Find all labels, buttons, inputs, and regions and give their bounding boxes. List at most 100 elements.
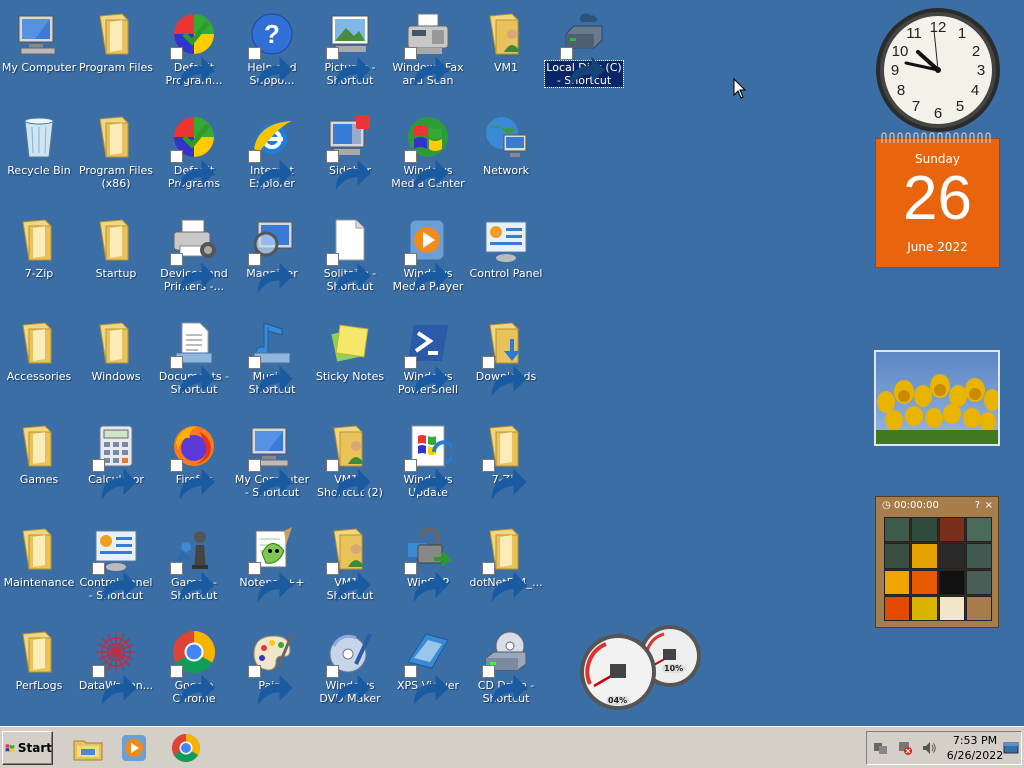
picture-puzzle-gadget[interactable]: ◷ 00:00:00 ? × — [875, 496, 999, 628]
desktop-icon[interactable]: Default Programs — [155, 107, 233, 207]
desktop-icon-label: Sticky Notes — [315, 370, 385, 383]
folder-icon — [482, 525, 530, 603]
chrome-icon — [170, 628, 218, 706]
explorer-icon[interactable] — [72, 732, 104, 764]
desktop-icon[interactable]: VM1 - Shortcut — [311, 519, 389, 619]
desktop-icon[interactable]: dotNetFx4_... — [467, 519, 545, 619]
desktop-icon[interactable]: Solitaire - Shortcut — [311, 210, 389, 310]
help-icon[interactable]: ? — [975, 497, 980, 515]
start-button[interactable]: Start — [2, 731, 53, 765]
calendar-gadget[interactable]: Sunday 26 June 2022 — [875, 132, 1000, 268]
desktop-icon[interactable]: Default Program... — [155, 4, 233, 104]
volume-icon[interactable] — [921, 740, 937, 756]
windows-update-icon — [404, 422, 452, 500]
desktop-icon-label: 7-Zip — [24, 267, 54, 280]
desktop-icon[interactable]: DataWagon... — [77, 622, 155, 722]
desktop-icon[interactable]: Windows Update — [389, 416, 467, 516]
desktop-icon[interactable]: Program Files (x86) — [77, 107, 155, 207]
tray-time[interactable]: 7:53 PM — [949, 734, 1001, 748]
desktop-icon[interactable]: Paint — [233, 622, 311, 722]
desktop-icon[interactable]: VM1 - Shortcut (2) — [311, 416, 389, 516]
shortcut-arrow-icon — [326, 665, 371, 706]
help-icon: ? — [248, 10, 296, 88]
calendar-rings-icon — [881, 132, 991, 143]
desktop-icon[interactable]: Documents - Shortcut — [155, 313, 233, 413]
slideshow-gadget[interactable] — [874, 350, 1000, 446]
desktop-icon[interactable]: PerfLogs — [0, 622, 78, 722]
svg-text:10: 10 — [892, 43, 909, 60]
desktop-icon-label: Network — [483, 164, 529, 177]
desktop-icon[interactable]: VM1 — [467, 4, 545, 104]
desktop-icon[interactable]: Control Panel - Shortcut — [77, 519, 155, 619]
desktop-icon[interactable]: Startup — [77, 210, 155, 310]
default-programs-icon — [170, 10, 218, 88]
shortcut-arrow-icon — [404, 459, 449, 500]
desktop-icon[interactable]: Pictures - Shortcut — [311, 4, 389, 104]
cpu-meter-gadget[interactable]: 04% 10% — [576, 620, 704, 712]
desktop-icon[interactable]: Internet Explorer — [233, 107, 311, 207]
default-programs-icon — [170, 113, 218, 191]
desktop-icon[interactable]: Sidebar — [311, 107, 389, 207]
shortcut-arrow-icon — [248, 253, 293, 294]
tray-date[interactable]: 6/26/2022 — [945, 749, 1005, 763]
puzzle-toolbar: ◷ 00:00:00 ? × — [876, 497, 998, 515]
desktop-icon[interactable]: Games - Shortcut — [155, 519, 233, 619]
puzzle-grid[interactable] — [884, 517, 992, 621]
chrome-icon[interactable] — [170, 732, 202, 764]
desktop-icon[interactable]: Control Panel — [467, 210, 545, 310]
paint-icon — [248, 628, 296, 706]
desktop-icon[interactable]: Windows Media Center — [389, 107, 467, 207]
close-icon[interactable]: × — [985, 497, 993, 515]
desktop-icon[interactable]: 7-Zip — [467, 416, 545, 516]
svg-text:1: 1 — [958, 25, 966, 42]
desktop-icon[interactable]: Google Chrome — [155, 622, 233, 722]
drive-icon — [560, 10, 608, 88]
desktop-icon[interactable]: Windows Fax and Scan — [389, 4, 467, 104]
desktop-icon[interactable]: Windows DVD Maker — [311, 622, 389, 722]
shortcut-arrow-icon — [92, 562, 137, 603]
desktop-icon[interactable]: Sticky Notes — [311, 313, 389, 413]
desktop-icon[interactable]: Music - Shortcut — [233, 313, 311, 413]
desktop-icon[interactable]: Accessories — [0, 313, 78, 413]
winscp-icon — [404, 525, 452, 603]
desktop-icon[interactable]: Recycle Bin — [0, 107, 78, 207]
show-desktop-icon[interactable] — [1003, 740, 1019, 756]
desktop-icon[interactable]: Calculator — [77, 416, 155, 516]
action-center-icon[interactable] — [873, 740, 889, 756]
internet-explorer-icon — [248, 113, 296, 191]
clock-gadget[interactable]: 12 1 2 345 678 9 10 11 — [874, 6, 1002, 134]
desktop-icon-label: Maintenance — [3, 576, 75, 589]
desktop-icon[interactable]: Firefox — [155, 416, 233, 516]
desktop-icon[interactable]: WinSCP — [389, 519, 467, 619]
cd-drive-icon — [482, 628, 530, 706]
desktop-icon[interactable]: Windows PowerShell — [389, 313, 467, 413]
shortcut-arrow-icon — [560, 47, 605, 88]
shortcut-arrow-icon — [170, 253, 215, 294]
desktop-icon[interactable]: ?Help and Suppo... — [233, 4, 311, 104]
folder-icon — [15, 319, 63, 367]
system-tray: 7:53 PM 6/26/2022 — [866, 731, 1022, 765]
desktop-icon[interactable]: Windows Media Player — [389, 210, 467, 310]
desktop-icon[interactable]: CD Drive - Shortcut — [467, 622, 545, 722]
network-icon[interactable] — [897, 740, 913, 756]
desktop-icon[interactable]: Local Disk (C) - Shortcut — [544, 4, 624, 104]
shortcut-arrow-icon — [170, 665, 215, 706]
desktop-icon[interactable]: Downloads — [467, 313, 545, 413]
desktop-icon[interactable]: 7-Zip — [0, 210, 78, 310]
shortcut-arrow-icon — [248, 562, 293, 603]
media-player-icon[interactable] — [118, 732, 150, 764]
desktop-icon[interactable]: My Computer - Shortcut — [233, 416, 311, 516]
desktop-icon[interactable]: Program Files — [77, 4, 155, 104]
shortcut-arrow-icon — [326, 459, 371, 500]
desktop-icon[interactable]: Magnifier — [233, 210, 311, 310]
desktop[interactable]: My ComputerProgram FilesDefault Program.… — [0, 0, 1024, 726]
user-folder-icon — [482, 10, 530, 58]
desktop-icon[interactable]: Windows — [77, 313, 155, 413]
desktop-icon[interactable]: Network — [467, 107, 545, 207]
desktop-icon[interactable]: Notepad++ — [233, 519, 311, 619]
desktop-icon[interactable]: Games — [0, 416, 78, 516]
desktop-icon[interactable]: My Computer — [0, 4, 78, 104]
desktop-icon[interactable]: Maintenance — [0, 519, 78, 619]
desktop-icon[interactable]: XPS Viewer — [389, 622, 467, 722]
desktop-icon[interactable]: Devices and Printers -... — [155, 210, 233, 310]
